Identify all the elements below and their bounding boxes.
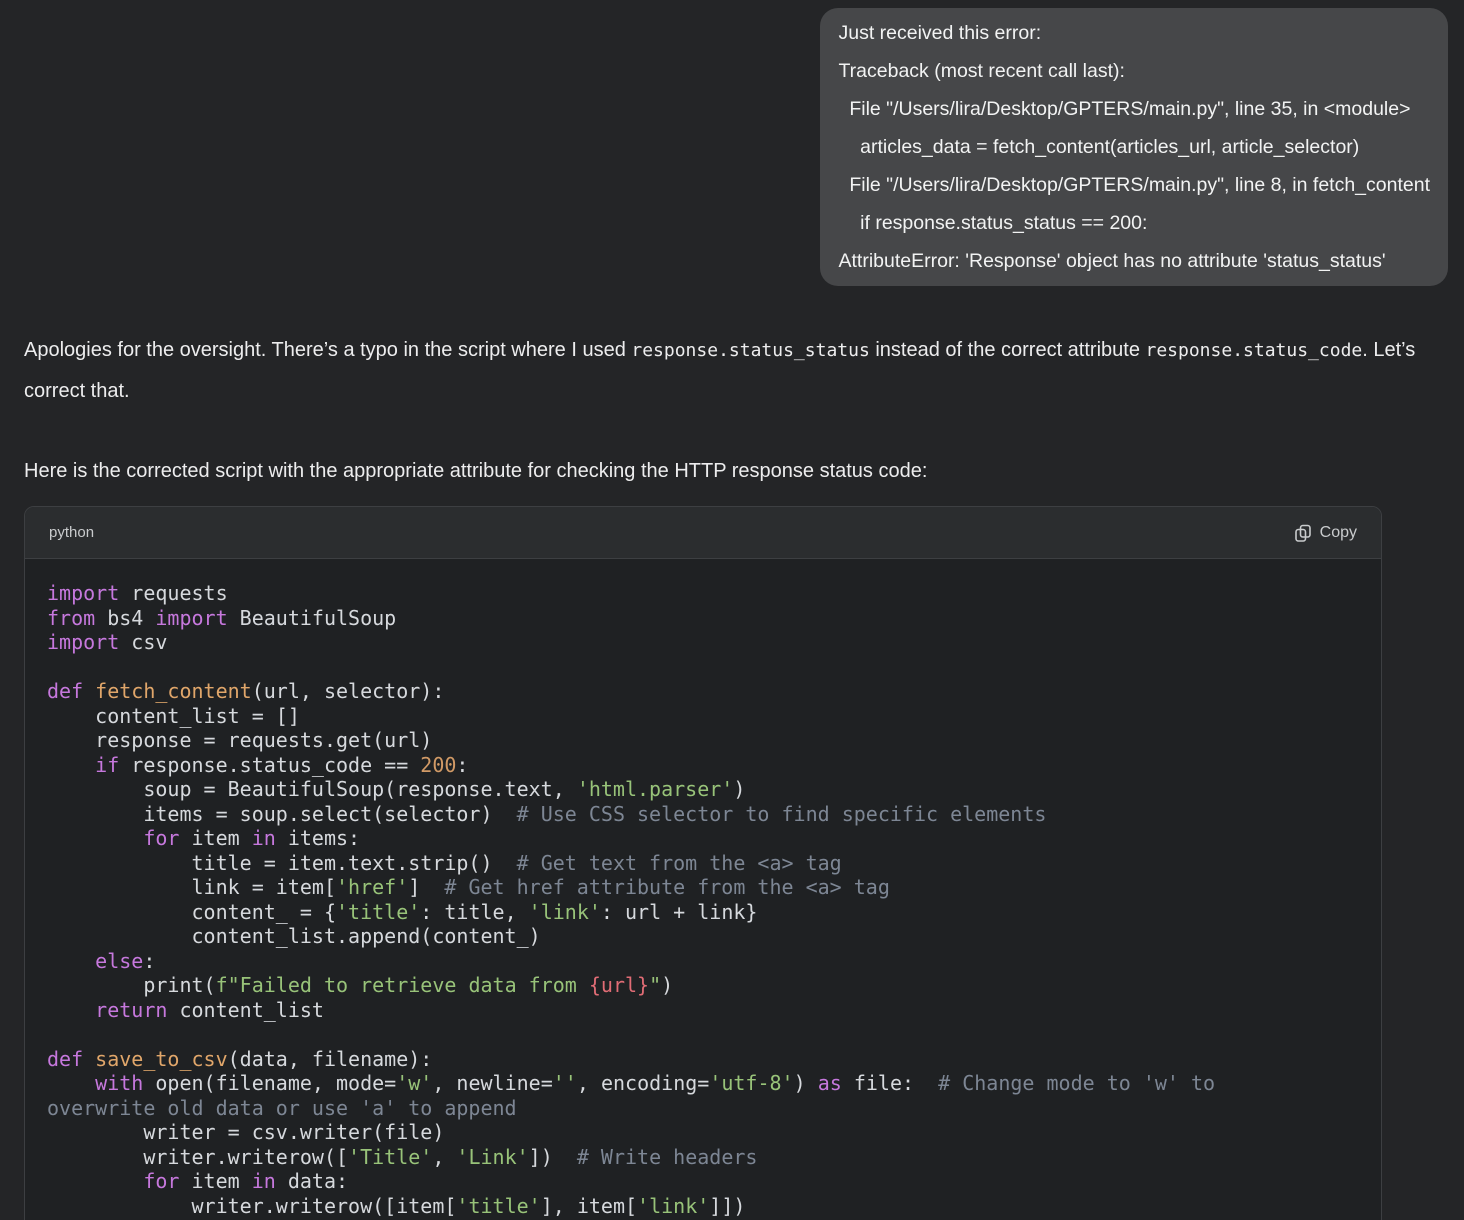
user-message-row: Just received this error: Traceback (mos…	[0, 0, 1464, 286]
paragraph-text: Apologies for the oversight. There’s a t…	[24, 339, 632, 361]
user-message-bubble: Just received this error: Traceback (mos…	[820, 8, 1448, 286]
code-content: import requests from bs4 import Beautifu…	[47, 581, 1216, 1218]
inline-code: response.status_code	[1145, 340, 1363, 361]
code-block: python Copy import requests from bs4 imp…	[24, 506, 1382, 1220]
assistant-paragraph-2: Here is the corrected script with the ap…	[24, 460, 928, 482]
code-language-label: python	[49, 524, 95, 541]
chat-page: Just received this error: Traceback (mos…	[0, 0, 1464, 1220]
user-message-text: Just received this error: Traceback (mos…	[838, 22, 1430, 272]
assistant-message: Apologies for the oversight. There’s a t…	[0, 330, 1464, 1220]
copy-button-label: Copy	[1319, 523, 1357, 541]
copy-button[interactable]: Copy	[1285, 517, 1365, 549]
code-block-header: python Copy	[25, 507, 1381, 559]
assistant-paragraph-1: Apologies for the oversight. There’s a t…	[24, 330, 1440, 411]
paragraph-text: instead of the correct attribute	[869, 339, 1146, 361]
inline-code: response.status_status	[631, 340, 870, 361]
copy-pages-icon	[1293, 523, 1313, 543]
